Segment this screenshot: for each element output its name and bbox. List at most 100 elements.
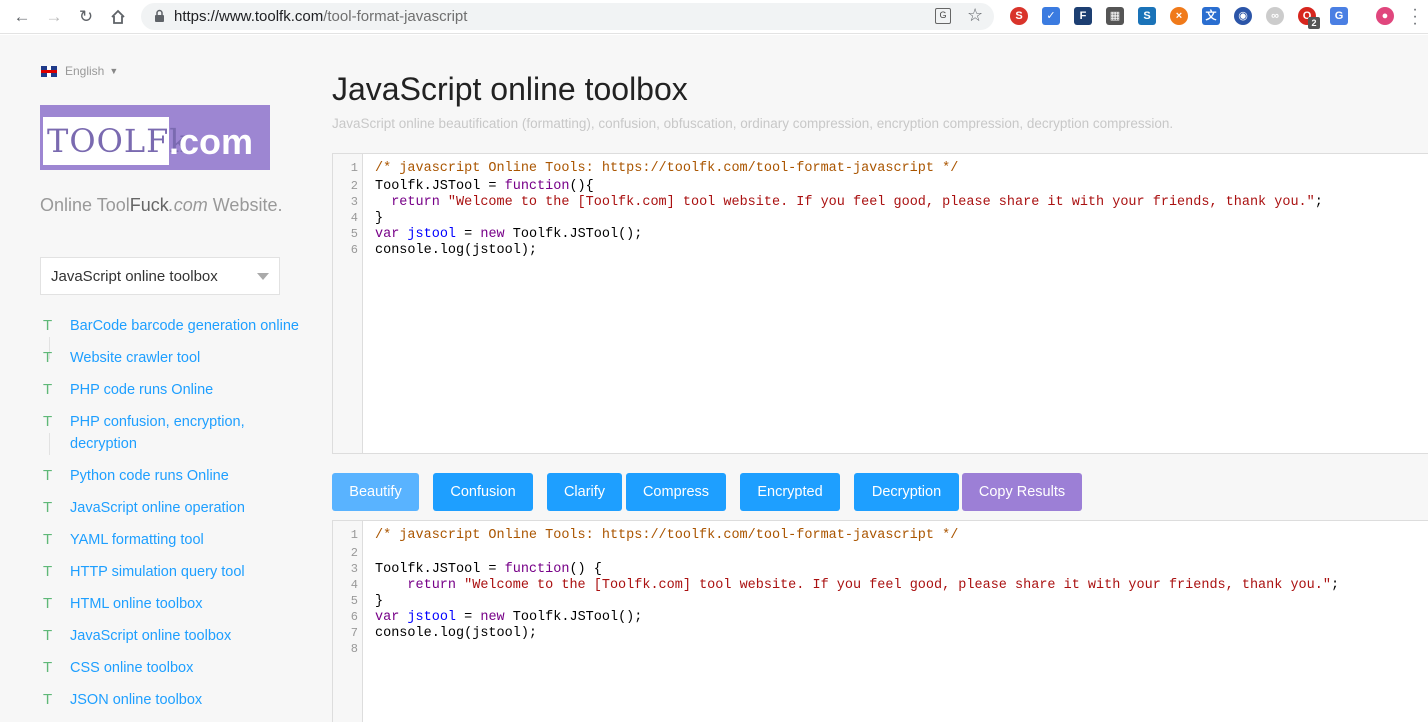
tool-link-label: PHP code runs Online bbox=[70, 382, 214, 398]
extension-grey-icon[interactable]: ∞ bbox=[1266, 7, 1284, 25]
line-number: 4 bbox=[350, 578, 358, 592]
compress-button[interactable]: Compress bbox=[626, 473, 726, 511]
translate-icon[interactable]: G bbox=[935, 8, 951, 24]
t-icon: T bbox=[43, 531, 53, 548]
code-string: "Welcome to the [Toolfk.com] tool websit… bbox=[447, 195, 1315, 210]
code-def: jstool bbox=[407, 610, 457, 625]
line-number: 8 bbox=[350, 642, 358, 656]
clarify-button[interactable]: Clarify bbox=[547, 473, 622, 511]
extension-orange-icon[interactable]: × bbox=[1170, 7, 1188, 25]
code-keyword: new bbox=[480, 610, 505, 625]
code-text: () { bbox=[569, 562, 602, 577]
code-line: /* javascript Online Tools: https://tool… bbox=[375, 161, 958, 176]
url-host: https://www.toolfk.com bbox=[174, 8, 324, 25]
extension-s-icon[interactable]: S bbox=[1010, 7, 1028, 25]
copy-results-button[interactable]: Copy Results bbox=[962, 473, 1082, 511]
tool-link-python-run[interactable]: T Python code runs Online bbox=[40, 465, 300, 487]
code-comment: /* javascript Online Tools: https://tool… bbox=[375, 161, 959, 176]
bookmark-star-icon[interactable]: ☆ bbox=[967, 5, 983, 26]
t-icon: T bbox=[43, 349, 53, 366]
page-title: JavaScript online toolbox bbox=[332, 71, 688, 107]
line-number: 5 bbox=[350, 594, 358, 608]
line-number: 2 bbox=[350, 179, 358, 193]
t-icon: T bbox=[43, 595, 53, 612]
lock-icon bbox=[154, 9, 165, 28]
code-line: Toolfk.JSTool = function(){ bbox=[375, 179, 594, 194]
t-icon: T bbox=[43, 499, 53, 516]
tool-link-css[interactable]: T CSS online toolbox bbox=[40, 657, 300, 679]
code-line: Toolfk.JSTool = function() { bbox=[375, 562, 602, 577]
code-text: Toolfk.JSTool(); bbox=[504, 227, 643, 242]
encrypted-button[interactable]: Encrypted bbox=[740, 473, 840, 511]
line-number: 3 bbox=[350, 195, 358, 209]
code-line: } bbox=[375, 594, 383, 609]
tool-link-html[interactable]: T HTML online toolbox bbox=[40, 593, 300, 615]
code-keyword: function bbox=[504, 179, 570, 194]
uk-flag-icon bbox=[41, 65, 57, 77]
code-keyword: function bbox=[504, 562, 570, 577]
extension-globe-icon[interactable]: ◉ bbox=[1234, 7, 1252, 25]
line-number: 6 bbox=[350, 610, 358, 624]
input-code-editor[interactable]: 1 2 3 4 5 6 /* javascript Online Tools: … bbox=[332, 153, 1428, 454]
tool-link-label: JavaScript online toolbox bbox=[70, 628, 232, 644]
category-select-value: JavaScript online toolbox bbox=[51, 268, 218, 285]
decryption-button[interactable]: Decryption bbox=[854, 473, 959, 511]
back-icon[interactable]: ← bbox=[11, 6, 33, 28]
t-icon: T bbox=[43, 691, 53, 708]
page: English ▼ TOOLFk .com Online ToolFuck .co… bbox=[0, 35, 1428, 722]
output-code-editor[interactable]: 1 2 3 4 5 6 7 8 /* javascript Online Too… bbox=[332, 520, 1428, 722]
browser-menu-icon[interactable]: · · · bbox=[1412, 2, 1418, 32]
line-number: 3 bbox=[350, 562, 358, 576]
tool-link-crawler[interactable]: T Website crawler tool bbox=[40, 347, 300, 369]
t-icon: T bbox=[43, 317, 53, 334]
confusion-button[interactable]: Confusion bbox=[433, 473, 533, 511]
page-subtitle: JavaScript online beautification (format… bbox=[332, 116, 1174, 131]
extension-qr-icon[interactable]: ▦ bbox=[1106, 7, 1124, 25]
sidebar: English ▼ TOOLFk .com Online ToolFuck .co… bbox=[0, 35, 310, 722]
chevron-down-icon: ▼ bbox=[109, 66, 119, 76]
extension-s2-icon[interactable]: S bbox=[1138, 7, 1156, 25]
tool-link-label: JavaScript online operation bbox=[70, 500, 245, 516]
tool-link-js-run[interactable]: T JavaScript online operation bbox=[40, 497, 300, 519]
line-number: 1 bbox=[350, 528, 358, 542]
code-string: "Welcome to the [Toolfk.com] tool websit… bbox=[464, 578, 1331, 593]
tool-link-barcode[interactable]: T BarCode barcode generation online bbox=[40, 315, 300, 359]
code-keyword: return bbox=[391, 195, 440, 210]
tagline-part: Online Tool bbox=[40, 195, 130, 215]
site-logo[interactable]: TOOLFk .com bbox=[40, 105, 270, 170]
tool-link-php-run[interactable]: T PHP code runs Online bbox=[40, 379, 300, 401]
code-keyword: var bbox=[375, 610, 400, 625]
tool-link-js-toolbox[interactable]: T JavaScript online toolbox bbox=[40, 625, 300, 647]
tool-link-yaml[interactable]: T YAML formatting tool bbox=[40, 529, 300, 551]
reload-icon[interactable]: ↻ bbox=[75, 6, 97, 28]
extension-translate-icon[interactable]: 文 bbox=[1202, 7, 1220, 25]
tagline-part: Website. bbox=[207, 195, 283, 215]
code-text: console.log(jstool); bbox=[375, 626, 538, 641]
tagline-highlight: Fuck bbox=[129, 195, 169, 215]
line-number-gutter: 1 2 3 4 5 6 bbox=[333, 154, 363, 453]
tool-link-label: PHP confusion, encryption, decryption bbox=[70, 414, 245, 452]
category-select[interactable]: JavaScript online toolbox bbox=[40, 257, 280, 295]
address-bar[interactable]: https://www.toolfk.com/tool-format-javas… bbox=[141, 3, 994, 30]
tool-link-php-confusion[interactable]: T PHP confusion, encryption, decryption bbox=[40, 411, 300, 455]
code-def: jstool bbox=[407, 227, 457, 242]
tool-link-http[interactable]: T HTTP simulation query tool bbox=[40, 561, 300, 583]
tool-link-json[interactable]: T JSON online toolbox bbox=[40, 689, 300, 711]
chevron-down-icon bbox=[257, 273, 269, 280]
language-selector[interactable]: English ▼ bbox=[41, 64, 118, 78]
code-text: Toolfk.JSTool(); bbox=[504, 610, 643, 625]
code-text: ; bbox=[1330, 578, 1340, 593]
extension-google-translate-icon[interactable]: G bbox=[1330, 7, 1348, 25]
extension-chart-icon[interactable]: ✓ bbox=[1042, 7, 1060, 25]
tool-link-label: CSS online toolbox bbox=[70, 660, 194, 676]
code-line: } bbox=[375, 211, 383, 226]
beautify-button[interactable]: Beautify bbox=[332, 473, 419, 511]
extension-f-icon[interactable]: F bbox=[1074, 7, 1092, 25]
forward-icon[interactable]: → bbox=[43, 6, 65, 28]
logo-text-com: .com bbox=[169, 121, 254, 162]
t-icon: T bbox=[43, 413, 53, 430]
code-line: console.log(jstool); bbox=[375, 243, 537, 258]
home-icon[interactable] bbox=[107, 6, 129, 28]
profile-avatar[interactable]: ● bbox=[1376, 7, 1394, 25]
code-text: } bbox=[375, 594, 384, 609]
